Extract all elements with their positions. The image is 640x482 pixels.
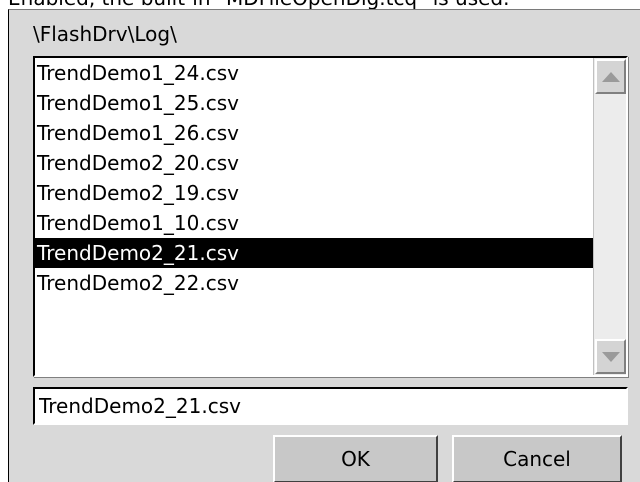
arrow-down-icon <box>601 351 620 362</box>
file-listbox[interactable]: TrendDemo1_24.csv TrendDemo1_25.csv TrendD… <box>33 56 628 377</box>
file-list-item[interactable]: TrendDemo1_10.csv <box>35 208 593 238</box>
page: Enabled, the built-in "MDFileOpenDlg.tcq… <box>0 0 640 482</box>
ok-button[interactable]: OK <box>273 435 438 482</box>
file-list-items: TrendDemo1_24.csv TrendDemo1_25.csv TrendD… <box>35 58 593 298</box>
file-list-item[interactable]: TrendDemo1_24.csv <box>35 58 593 88</box>
scroll-up-button[interactable] <box>595 59 626 94</box>
file-list-item[interactable]: TrendDemo2_22.csv <box>35 268 593 298</box>
file-list-item[interactable]: TrendDemo1_26.csv <box>35 118 593 148</box>
file-open-dialog: \FlashDrv\Log\ TrendDemo1_24.csv TrendDem… <box>8 9 640 482</box>
file-list-item[interactable]: TrendDemo2_21.csv <box>35 238 593 268</box>
filename-input[interactable] <box>33 387 628 425</box>
vertical-scrollbar[interactable] <box>593 58 626 375</box>
cancel-button[interactable]: Cancel <box>452 435 622 482</box>
file-list-item[interactable]: TrendDemo1_25.csv <box>35 88 593 118</box>
file-list-item[interactable]: TrendDemo2_20.csv <box>35 148 593 178</box>
arrow-up-icon <box>601 71 620 82</box>
current-path-label: \FlashDrv\Log\ <box>33 22 177 46</box>
scroll-down-button[interactable] <box>595 339 626 374</box>
file-list-item[interactable]: TrendDemo2_19.csv <box>35 178 593 208</box>
